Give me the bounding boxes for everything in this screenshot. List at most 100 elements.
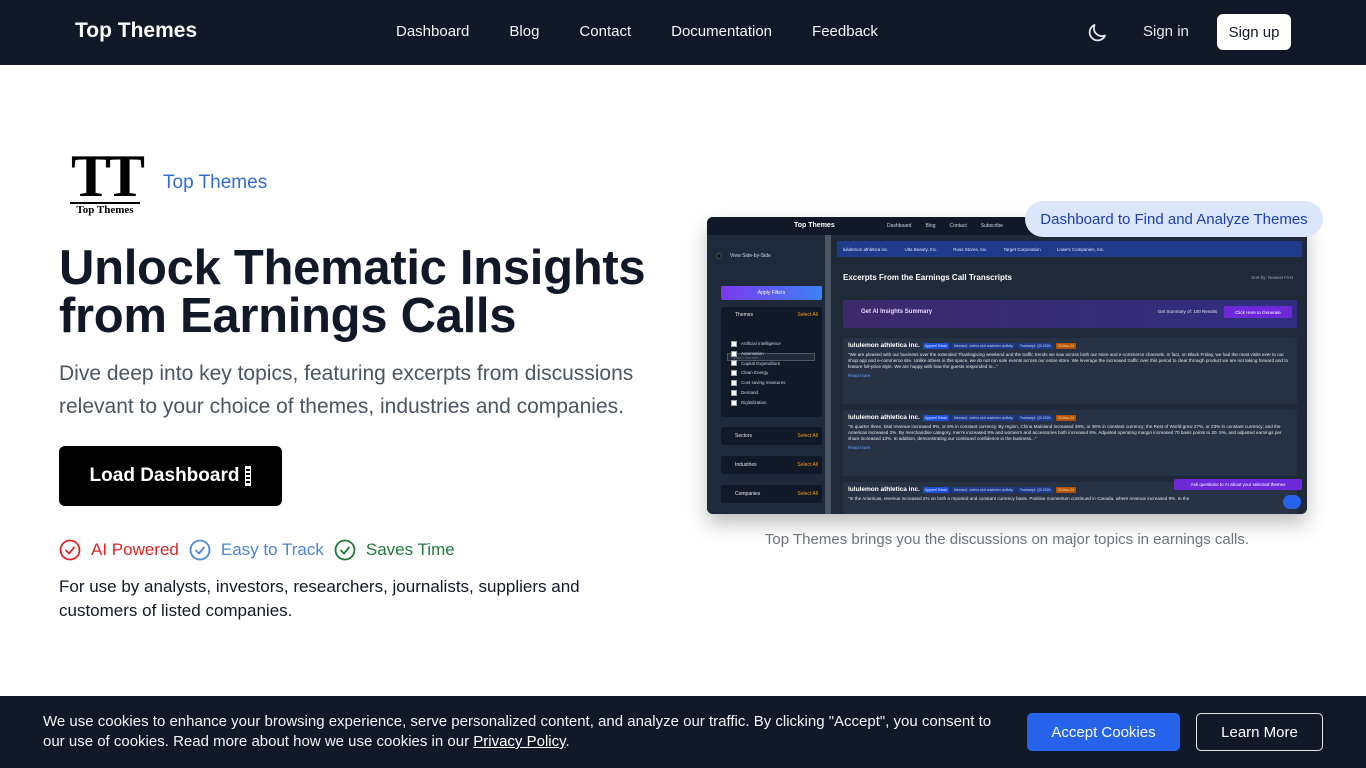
card-tag: Demand, orders and customer activity xyxy=(951,342,1015,349)
preview-apply-filters: Apply Filters xyxy=(721,286,822,300)
preview-nav-link: Blog xyxy=(925,223,936,229)
preview-excerpts-title: Excerpts From the Earnings Call Transcri… xyxy=(843,273,1012,282)
logo-monogram: TT xyxy=(70,143,145,209)
preview-excerpt-card: lululemon athletica inc. Apparel Retail … xyxy=(843,338,1297,404)
feature-list: AI Powered Easy to Track Saves Time xyxy=(59,539,465,561)
signup-button[interactable]: Sign up xyxy=(1217,14,1291,50)
card-read-more: Read more xyxy=(848,444,871,450)
card-tag: 05-Dec-24 xyxy=(1055,486,1076,493)
feature-label: Easy to Track xyxy=(220,540,324,559)
panel-select-all: Select All xyxy=(797,491,818,497)
card-text: "In the Americas, revenue increased 2% o… xyxy=(848,496,1190,501)
card-tag: Demand, orders and customer activity xyxy=(951,486,1015,493)
nav-links: Dashboard Blog Contact Documentation Fee… xyxy=(396,23,918,40)
preview-brand: Top Themes xyxy=(794,222,835,229)
logo-text: Top Themes xyxy=(163,172,268,193)
load-dashboard-button[interactable]: Load Dashboard xyxy=(59,446,282,506)
hero-headline: Unlock Thematic Insights from Earnings C… xyxy=(59,241,646,343)
card-tag: Apparel Retail xyxy=(922,342,949,349)
preview-panel-industries: Industries Select All xyxy=(721,456,822,474)
nav-link-dashboard[interactable]: Dashboard xyxy=(396,23,469,40)
card-tag: Apparel Retail xyxy=(922,486,949,493)
theme-item: Cost saving measures xyxy=(731,378,786,388)
preview-ask-ai-pill: Ask questions to AI about your selected … xyxy=(1174,479,1302,490)
panel-select-all: Select All xyxy=(797,462,818,468)
brand-logo[interactable]: Top Themes xyxy=(75,19,197,43)
panel-select-all: Select All xyxy=(797,312,818,318)
panel-label: Companies xyxy=(735,491,761,497)
panel-select-all: Select All xyxy=(797,433,818,439)
preview-nav-link: Contact xyxy=(949,223,967,229)
preview-panel-companies: Companies Select All xyxy=(721,485,822,503)
moon-icon[interactable] xyxy=(1085,21,1109,45)
feature-saves-time: Saves Time xyxy=(334,539,455,561)
accept-cookies-button[interactable]: Accept Cookies xyxy=(1027,713,1180,751)
preview-nav-links: Dashboard Blog Contact Subscribe xyxy=(887,223,1017,229)
cursor-bar-icon xyxy=(245,466,252,486)
card-tag: Transcript, Q3 2024 xyxy=(1017,486,1053,493)
card-company: lululemon athletica inc. xyxy=(848,342,920,349)
preview-nav-link: Subscribe xyxy=(980,223,1003,229)
preview-sort-by: Sort by: Newest First xyxy=(1251,275,1293,280)
nav-link-feedback[interactable]: Feedback xyxy=(812,23,878,40)
panel-label: Themes xyxy=(735,312,754,318)
dashboard-preview-image: Top Themes Dashboard Blog Contact Subscr… xyxy=(707,217,1307,514)
feature-label: AI Powered xyxy=(91,540,179,559)
company-tab: Ulta Beauty, Inc. xyxy=(904,246,938,252)
ai-summary-of: Get Summary of: 100 Results xyxy=(1157,309,1217,314)
theme-item: Clean Energy xyxy=(731,368,786,378)
nav-link-documentation[interactable]: Documentation xyxy=(671,23,772,40)
preview-theme-list: Artificial Intelligence Automation Capit… xyxy=(731,339,786,408)
ai-generate-button: Click Here to Generate xyxy=(1224,306,1292,318)
toggle-icon xyxy=(716,253,722,259)
cookie-text: We use cookies to enhance your browsing … xyxy=(43,712,1003,752)
card-company: lululemon athletica inc. xyxy=(848,414,920,421)
panel-label: Sectors xyxy=(735,433,752,439)
signin-link[interactable]: Sign in xyxy=(1143,23,1189,40)
chat-icon xyxy=(1283,495,1301,509)
top-navbar: Top Themes Dashboard Blog Contact Docume… xyxy=(0,0,1366,65)
check-circle-icon xyxy=(59,539,81,561)
preview-company-tabs: lululemon athletica inc. Ulta Beauty, In… xyxy=(837,241,1302,257)
top-themes-logo: TT Top Themes xyxy=(66,143,145,216)
check-circle-icon xyxy=(189,539,211,561)
preview-excerpt-card: lululemon athletica inc. Apparel Retail … xyxy=(843,410,1297,476)
preview-nav-link: Dashboard xyxy=(887,223,912,229)
card-company: lululemon athletica inc. xyxy=(848,486,920,493)
card-tag: Apparel Retail xyxy=(922,414,949,421)
theme-item: Digitalization xyxy=(731,398,786,408)
company-tab: Target Corporation xyxy=(1003,246,1041,252)
feature-label: Saves Time xyxy=(365,540,455,559)
panel-label: Industries xyxy=(735,462,757,468)
nav-link-blog[interactable]: Blog xyxy=(509,23,539,40)
preview-panel-sectors: Sectors Select All xyxy=(721,427,822,445)
preview-side-toggle: View Side-by-Side xyxy=(716,253,771,259)
theme-item: Artificial Intelligence xyxy=(731,339,786,349)
card-text: "We are pleased with our business over t… xyxy=(848,352,1289,370)
feature-easy-to-track: Easy to Track xyxy=(189,539,324,561)
company-tab: Ross Stores, Inc. xyxy=(953,246,988,252)
preview-sidebar: View Side-by-Side Apply Filters Themes S… xyxy=(707,235,825,514)
learn-more-button[interactable]: Learn More xyxy=(1196,713,1323,751)
logo-wordmark: Top Themes xyxy=(70,202,140,216)
card-text: "In quarter three, total revenue increas… xyxy=(848,424,1282,442)
preview-main: lululemon athletica inc. Ulta Beauty, In… xyxy=(831,235,1307,514)
card-read-more: Read more xyxy=(848,372,871,378)
card-tag: Transcript, Q3 2024 xyxy=(1017,414,1053,421)
preview-badge: Dashboard to Find and Analyze Themes xyxy=(1025,201,1323,237)
feature-ai-powered: AI Powered xyxy=(59,539,179,561)
nav-link-contact[interactable]: Contact xyxy=(579,23,631,40)
cookie-period: . xyxy=(565,733,570,750)
preview-caption: Top Themes brings you the discussions on… xyxy=(764,531,1250,548)
company-tab: Lowe's Companies, Inc. xyxy=(1056,246,1105,252)
preview-ai-summary-box: Get AI Insights Summary Get Summary of: … xyxy=(843,300,1297,328)
card-tag: 05-Dec-24 xyxy=(1055,414,1076,421)
theme-item: Capital Expenditure xyxy=(731,359,786,369)
card-tag: 05-Dec-24 xyxy=(1055,342,1076,349)
card-tag: Demand, orders and customer activity xyxy=(951,414,1015,421)
privacy-policy-link[interactable]: Privacy Policy xyxy=(473,733,565,750)
theme-item: Demand xyxy=(731,388,786,398)
company-tab: lululemon athletica inc. xyxy=(843,246,889,252)
load-dashboard-label: Load Dashboard xyxy=(89,465,240,486)
side-toggle-label: View Side-by-Side xyxy=(730,253,771,259)
